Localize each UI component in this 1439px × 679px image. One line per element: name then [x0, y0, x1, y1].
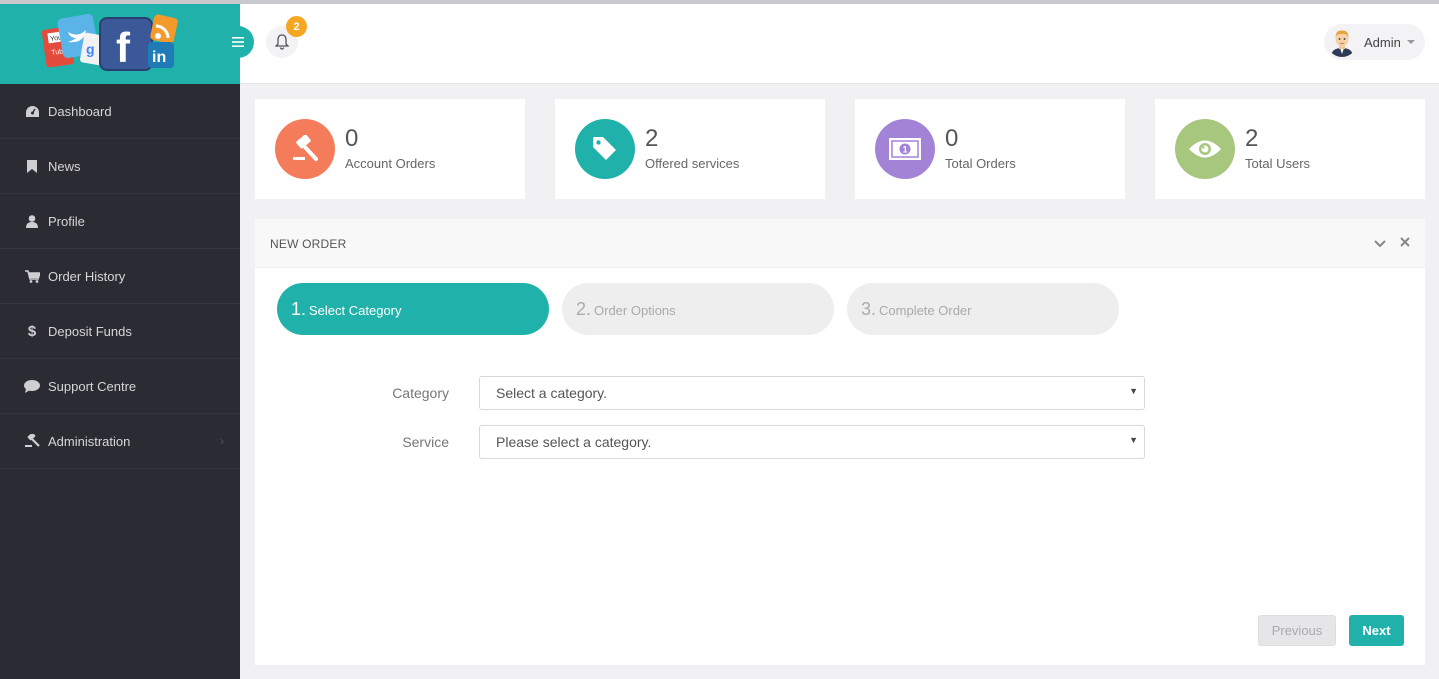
stat-label: Total Orders: [945, 156, 1016, 171]
step-number: 2.: [576, 298, 592, 319]
dashboard-icon: [24, 103, 40, 119]
chevron-right-icon: ›: [220, 434, 224, 448]
stat-label: Account Orders: [345, 156, 436, 171]
panel-header: NEW ORDER: [255, 219, 1425, 268]
stat-value: 0: [945, 125, 959, 152]
service-select[interactable]: Please select a category. ▼: [479, 425, 1145, 459]
stat-label: Total Users: [1245, 156, 1311, 171]
cart-icon: [24, 268, 40, 284]
sidebar-item-label: Order History: [48, 268, 126, 284]
tag-icon: [575, 119, 635, 179]
sidebar-item-support-centre[interactable]: Support Centre: [0, 359, 240, 414]
collapse-chevron-icon[interactable]: [1374, 236, 1386, 251]
bookmark-icon: [24, 158, 40, 174]
hamburger-icon: [232, 37, 244, 47]
menu-toggle-button[interactable]: [222, 26, 254, 58]
dollar-icon: $: [27, 322, 37, 340]
money-icon: 1: [875, 119, 935, 179]
step-number: 1.: [291, 298, 307, 319]
close-icon[interactable]: [1400, 235, 1410, 250]
panel-title: NEW ORDER: [270, 237, 347, 251]
previous-button[interactable]: Previous: [1258, 615, 1336, 646]
sidebar-item-order-history[interactable]: Order History: [0, 249, 240, 304]
step-complete-order[interactable]: 3. Complete Order: [847, 283, 1119, 335]
social-media-logo[interactable]: You Tube g f in: [42, 10, 180, 74]
user-icon: [24, 213, 40, 229]
sidebar-item-administration[interactable]: Administration ›: [0, 414, 240, 469]
logo-area: You Tube g f in: [0, 4, 240, 84]
sidebar-item-profile[interactable]: Profile: [0, 194, 240, 249]
stat-card-account-orders: 0 Account Orders: [255, 99, 525, 199]
step-label: Order Options: [594, 303, 676, 318]
caret-down-icon: [1406, 40, 1415, 44]
svg-text:in: in: [152, 49, 166, 66]
next-button[interactable]: Next: [1349, 615, 1404, 646]
stat-card-total-orders: 1 0 Total Orders: [855, 99, 1125, 199]
stat-card-total-users: 2 Total Users: [1155, 99, 1425, 199]
dropdown-arrow-icon: ▼: [1129, 435, 1138, 445]
step-label: Select Category: [309, 303, 402, 318]
sidebar-item-dashboard[interactable]: Dashboard: [0, 84, 240, 139]
avatar: [1327, 27, 1357, 57]
gavel-icon: [275, 119, 335, 179]
stat-value: 0: [345, 125, 359, 152]
eye-icon: [1175, 119, 1235, 179]
user-menu[interactable]: Admin: [1324, 24, 1425, 60]
step-label: Complete Order: [879, 303, 972, 318]
stat-value: 2: [1245, 125, 1259, 152]
sidebar-item-label: Profile: [48, 213, 85, 229]
category-select[interactable]: Select a category. ▼: [479, 376, 1145, 410]
sidebar: You Tube g f in Dashboard News Profile O…: [0, 4, 240, 679]
step-order-options[interactable]: 2. Order Options: [562, 283, 834, 335]
stat-label: Offered services: [645, 156, 740, 171]
gavel-icon: [24, 433, 40, 449]
category-select-value: Select a category.: [496, 385, 608, 401]
sidebar-item-label: Dashboard: [48, 103, 112, 119]
sidebar-item-label: Deposit Funds: [48, 323, 132, 339]
bell-icon: [275, 34, 289, 50]
user-name: Admin: [1364, 34, 1401, 50]
step-number: 3.: [861, 298, 877, 319]
notification-count-badge: 2: [286, 16, 307, 37]
sidebar-item-label: Support Centre: [48, 378, 137, 394]
service-label: Service: [402, 434, 449, 450]
chat-icon: [24, 378, 40, 394]
sidebar-item-label: News: [48, 158, 81, 174]
service-select-value: Please select a category.: [496, 434, 652, 450]
step-select-category[interactable]: 1. Select Category: [277, 283, 549, 335]
sidebar-item-label: Administration: [48, 433, 131, 449]
stat-card-offered-services: 2 Offered services: [555, 99, 825, 199]
sidebar-item-deposit-funds[interactable]: $ Deposit Funds: [0, 304, 240, 359]
dropdown-arrow-icon: ▼: [1129, 386, 1138, 396]
svg-text:1: 1: [903, 145, 908, 155]
stat-value: 2: [645, 125, 659, 152]
top-header: 2 Admin: [222, 4, 1439, 84]
svg-text:f: f: [116, 24, 131, 71]
category-label: Category: [392, 385, 449, 401]
sidebar-item-news[interactable]: News: [0, 139, 240, 194]
svg-text:g: g: [86, 41, 95, 57]
new-order-panel: NEW ORDER 1. Select Category 2. Order Op…: [255, 219, 1425, 665]
